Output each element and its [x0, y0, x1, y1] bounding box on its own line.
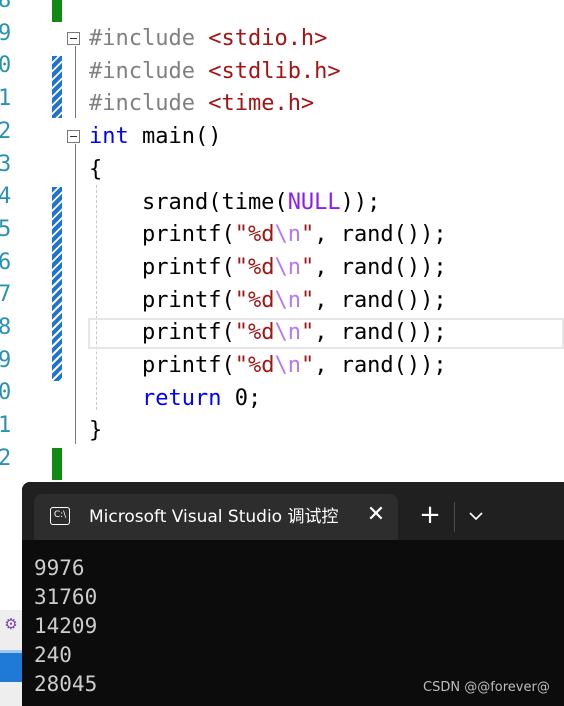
- code-token: ": [300, 320, 315, 346]
- code-token: \n: [274, 320, 301, 346]
- code-token: printf(: [89, 320, 235, 346]
- debug-icon[interactable]: ⚙: [3, 616, 19, 632]
- code-token: ": [300, 254, 315, 280]
- code-line[interactable]: #include <stdlib.h>: [89, 55, 341, 88]
- tab-debug-console[interactable]: C:\ Microsoft Visual Studio 调试控制台 ✕: [34, 494, 398, 540]
- left-toolbar-strip: ⚙: [0, 610, 22, 706]
- line-number: 8: [0, 0, 12, 13]
- code-token: 0;: [221, 385, 262, 411]
- code-token: {: [89, 156, 103, 182]
- code-token: <stdlib.h>: [208, 58, 341, 84]
- status-bar-fragment: [0, 650, 22, 682]
- tab-separator: [454, 502, 455, 532]
- code-line[interactable]: {: [89, 153, 102, 186]
- code-token: srand(time(: [89, 189, 288, 215]
- line-number: 7: [0, 282, 12, 308]
- line-number: 5: [0, 216, 12, 242]
- line-number: 0: [0, 380, 12, 406]
- new-tab-button[interactable]: +: [416, 502, 444, 530]
- code-line[interactable]: #include <time.h>: [89, 87, 314, 120]
- code-line[interactable]: srand(time(NULL));: [89, 186, 380, 219]
- code-line[interactable]: }: [89, 414, 102, 447]
- fold-toggle-includes[interactable]: [67, 32, 80, 45]
- output-line: 240: [34, 643, 72, 667]
- code-token: ));: [340, 189, 381, 215]
- line-number: 6: [0, 249, 12, 275]
- close-tab-button[interactable]: ✕: [364, 503, 388, 527]
- code-token: "%d: [234, 222, 275, 248]
- code-token: printf(: [89, 222, 235, 248]
- code-token: \n: [274, 222, 301, 248]
- change-marker-saved: [52, 448, 62, 480]
- fold-guide: [75, 144, 76, 444]
- code-token: <time.h>: [208, 91, 315, 117]
- code-line[interactable]: #include <stdio.h>: [89, 22, 327, 55]
- line-number: 4: [0, 184, 12, 210]
- code-token: return: [89, 385, 222, 411]
- line-number: 1: [0, 413, 12, 439]
- code-token: \n: [274, 353, 301, 378]
- code-token: <stdio.h>: [208, 26, 328, 51]
- code-line[interactable]: printf("%d\n", rand());: [89, 316, 447, 349]
- line-number: 9: [0, 347, 12, 373]
- change-marker-unsaved: [52, 187, 62, 381]
- line-number: 9: [0, 20, 12, 46]
- output-line: 28045: [34, 672, 98, 696]
- code-token: , rand());: [314, 320, 447, 346]
- line-number: 0: [0, 53, 12, 79]
- code-token: }: [89, 418, 103, 444]
- chevron-down-icon[interactable]: [464, 504, 488, 528]
- line-number: 2: [0, 118, 12, 144]
- fold-toggle-main[interactable]: [67, 130, 80, 143]
- line-number: 3: [0, 151, 12, 177]
- fold-guide: [75, 46, 76, 118]
- code-token: #include: [89, 26, 209, 51]
- code-line[interactable]: printf("%d\n", rand());: [89, 218, 447, 251]
- code-token: , rand());: [314, 353, 447, 378]
- code-editor[interactable]: 890123456789012 #include <stdio.h> #inclu…: [0, 0, 564, 480]
- code-token: printf(: [89, 254, 235, 280]
- code-token: NULL: [287, 189, 341, 215]
- change-marker-saved: [52, 0, 62, 22]
- code-token: int: [89, 124, 129, 150]
- code-token: ": [300, 353, 315, 378]
- line-number: 8: [0, 315, 12, 340]
- line-number: 2: [0, 445, 12, 471]
- code-line[interactable]: printf("%d\n", rand());: [89, 349, 447, 382]
- tab-title: Microsoft Visual Studio 调试控制台: [89, 507, 339, 527]
- code-line[interactable]: printf("%d\n", rand());: [89, 251, 447, 284]
- output-line: 14209: [34, 614, 98, 638]
- terminal-tab-bar: C:\ Microsoft Visual Studio 调试控制台 ✕ +: [22, 482, 564, 540]
- console-icon: C:\: [50, 507, 70, 525]
- code-token: main(): [128, 124, 222, 150]
- code-token: "%d: [234, 353, 275, 378]
- debug-console-window[interactable]: C:\ Microsoft Visual Studio 调试控制台 ✕ + 99…: [22, 482, 564, 706]
- code-token: printf(: [89, 353, 235, 378]
- code-line[interactable]: return 0;: [89, 382, 261, 415]
- code-line[interactable]: int main(): [89, 120, 221, 153]
- code-token: \n: [274, 287, 301, 313]
- output-line: 9976: [34, 556, 85, 580]
- change-marker-unsaved: [52, 56, 62, 118]
- code-token: , rand());: [314, 287, 447, 313]
- code-token: #include: [89, 58, 209, 84]
- output-line: 31760: [34, 585, 98, 609]
- code-token: "%d: [234, 287, 275, 313]
- code-line[interactable]: printf("%d\n", rand());: [89, 284, 447, 317]
- code-token: printf(: [89, 287, 235, 313]
- code-token: , rand());: [314, 254, 447, 280]
- code-token: #include: [89, 91, 209, 117]
- code-token: , rand());: [314, 222, 447, 248]
- code-token: \n: [274, 254, 301, 280]
- code-token: ": [300, 287, 315, 313]
- code-token: ": [300, 222, 315, 248]
- line-number: 1: [0, 86, 12, 112]
- code-token: "%d: [234, 320, 275, 346]
- code-token: "%d: [234, 254, 275, 280]
- watermark: CSDN @@forever@: [423, 680, 550, 695]
